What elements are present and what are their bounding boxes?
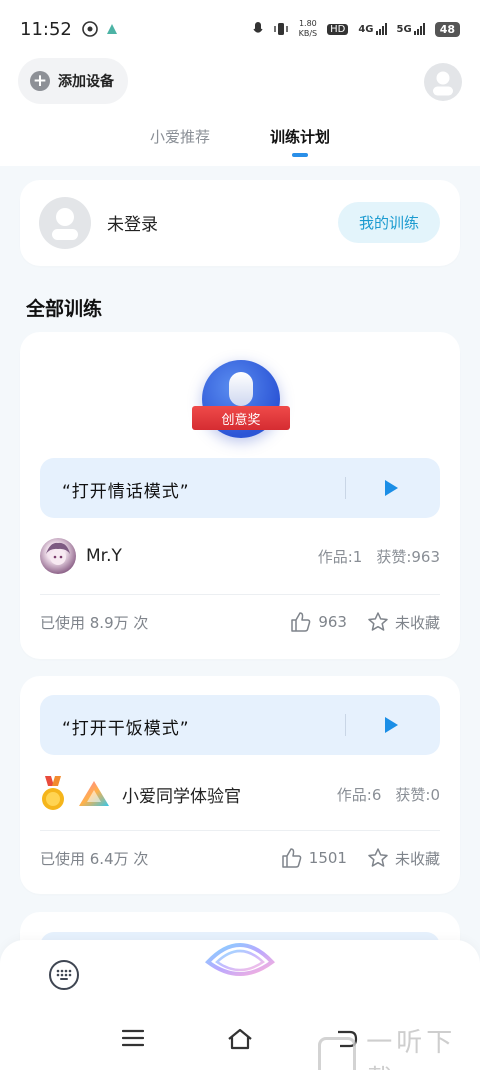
like-count: 963 (318, 613, 347, 631)
tab-recommend[interactable]: 小爱推荐 (150, 126, 210, 157)
profile-avatar[interactable] (424, 63, 462, 101)
add-device-label: 添加设备 (58, 74, 114, 90)
app-notification-icon (82, 21, 98, 37)
works-count: 作品:6 (336, 785, 382, 804)
medal-icon (40, 776, 66, 812)
phrase-box[interactable]: “打开干饭模式” (40, 695, 440, 755)
author-row: Mr.Y 作品:1 获赞:963 (40, 536, 440, 576)
header: + 添加设备 小爱推荐 训练计划 (0, 58, 480, 166)
training-card[interactable]: 创意奖 “打开情话模式” Mr.Y 作品:1 获赞:963 已使用 8.9万 次 (20, 332, 460, 659)
assistant-orb-icon (205, 943, 275, 976)
watermark: 一听下载 (318, 1022, 480, 1070)
thumbs-up-icon (282, 848, 302, 868)
works-count: 作品:1 (317, 547, 363, 566)
likes-total: 获赞:0 (395, 785, 440, 804)
award-badge: 创意奖 (192, 360, 292, 444)
plus-icon: + (30, 71, 50, 91)
network-4g: 4G (358, 23, 387, 35)
net-speed-unit: KB/S (298, 29, 318, 38)
phrase-text: “打开情话模式” (62, 482, 190, 502)
author-stats: 作品:6 获赞:0 (337, 784, 440, 805)
star-icon (368, 848, 388, 867)
watermark-text: 一听下载 (366, 1028, 457, 1070)
usage-row: 已使用 6.4万 次 1501 未收藏 (40, 845, 440, 871)
card-divider (40, 830, 440, 831)
vibrate-icon (273, 23, 288, 35)
assistant-notification-icon (106, 24, 117, 34)
status-time: 11:52 (20, 18, 72, 40)
usage-count: 已使用 6.4万 次 (40, 849, 149, 868)
home-icon (228, 1028, 252, 1050)
card-divider (40, 594, 440, 595)
status-bar: 11:52 1.80 KB/S HD 4G 5G 48 (0, 0, 480, 58)
keyboard-button[interactable] (49, 960, 79, 990)
tab-bar: 小爱推荐 训练计划 (0, 126, 480, 157)
home-nav-button[interactable] (227, 1028, 253, 1054)
menu-nav-button[interactable] (121, 1028, 145, 1052)
author-avatar[interactable] (40, 538, 76, 574)
network-4g-label: 4G (358, 24, 374, 35)
user-icon (433, 71, 453, 96)
xiaoai-logo-icon (79, 781, 109, 806)
usage-row: 已使用 8.9万 次 963 未收藏 (40, 609, 440, 635)
tab-training-plan[interactable]: 训练计划 (270, 126, 330, 157)
card-actions: 963 未收藏 (290, 611, 440, 633)
bottom-bar (0, 940, 480, 1010)
anime-avatar-icon (46, 542, 70, 565)
usage-count: 已使用 8.9万 次 (40, 613, 149, 632)
like-count: 1501 (308, 849, 347, 867)
status-right: 1.80 KB/S HD 4G 5G 48 (253, 19, 460, 39)
card-actions: 1501 未收藏 (281, 847, 440, 869)
login-avatar[interactable] (39, 197, 91, 249)
gold-medal-icon (42, 776, 64, 810)
signal-4g-icon (375, 23, 387, 35)
network-5g-label: 5G (396, 24, 412, 35)
menu-icon (121, 1029, 145, 1047)
divider (345, 477, 346, 499)
favorite-label: 未收藏 (394, 613, 440, 632)
divider (345, 714, 346, 736)
my-training-button[interactable]: 我的训练 (338, 202, 440, 243)
login-status[interactable]: 未登录 (107, 210, 158, 235)
star-icon (368, 612, 388, 631)
user-icon (52, 208, 78, 240)
like-button[interactable]: 963 (290, 611, 347, 633)
author-name[interactable]: Mr.Y (86, 546, 122, 566)
network-5g: 5G (397, 23, 425, 35)
phrase-text: “打开干饭模式” (62, 719, 190, 739)
signal-5g-icon (413, 23, 425, 35)
keyboard-icon (56, 969, 72, 980)
xiaoai-logo-icon[interactable] (76, 776, 112, 812)
phrase-box[interactable]: “打开情话模式” (40, 458, 440, 518)
favorite-label: 未收藏 (394, 849, 440, 868)
net-speed-value: 1.80 (298, 19, 317, 28)
like-button[interactable]: 1501 (281, 847, 347, 869)
author-row: 小爱同学体验官 作品:6 获赞:0 (40, 774, 440, 814)
battery-indicator: 48 (434, 21, 460, 37)
play-icon[interactable] (385, 480, 398, 496)
thumbs-up-icon (291, 612, 311, 632)
award-ribbon: 创意奖 (192, 406, 290, 430)
watermark-logo-icon (318, 1037, 357, 1070)
voice-assistant-button[interactable] (205, 932, 275, 984)
mic-status-icon (253, 22, 263, 33)
net-speed: 1.80 KB/S (299, 19, 318, 39)
status-left-icons (82, 21, 118, 37)
author-stats: 作品:1 获赞:963 (318, 546, 440, 567)
section-title: 全部训练 (26, 298, 103, 320)
add-device-button[interactable]: + 添加设备 (18, 58, 128, 104)
microphone-icon (229, 372, 253, 406)
likes-total: 获赞:963 (376, 547, 440, 566)
login-card: 未登录 我的训练 (20, 180, 460, 266)
play-icon[interactable] (385, 717, 398, 733)
favorite-button[interactable]: 未收藏 (367, 611, 440, 633)
training-card[interactable]: “打开干饭模式” 小爱同学体验官 作品:6 获赞:0 已使用 6.4万 次 15… (20, 676, 460, 894)
favorite-button[interactable]: 未收藏 (367, 847, 440, 869)
hd-badge: HD (327, 23, 349, 35)
author-name[interactable]: 小爱同学体验官 (122, 782, 241, 807)
